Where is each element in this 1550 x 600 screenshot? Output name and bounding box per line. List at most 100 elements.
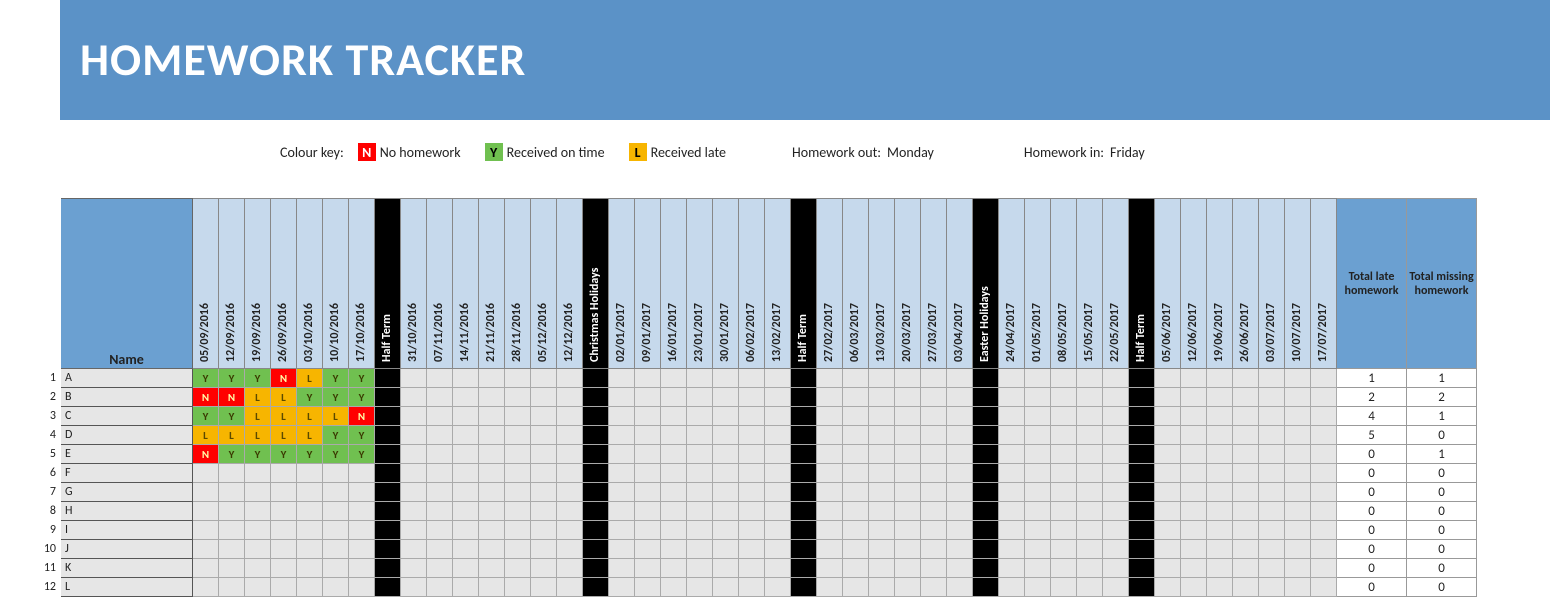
mark-cell[interactable] [1181, 445, 1207, 464]
mark-cell[interactable] [427, 464, 453, 483]
mark-cell[interactable] [817, 464, 843, 483]
mark-cell[interactable] [1051, 578, 1077, 597]
mark-cell[interactable] [557, 578, 583, 597]
student-name-cell[interactable]: B [61, 388, 193, 407]
mark-cell[interactable] [505, 388, 531, 407]
mark-cell[interactable] [609, 407, 635, 426]
mark-cell[interactable] [921, 426, 947, 445]
mark-cell[interactable] [661, 521, 687, 540]
mark-cell[interactable] [427, 540, 453, 559]
mark-cell[interactable] [661, 540, 687, 559]
mark-cell[interactable] [1077, 540, 1103, 559]
mark-cell[interactable] [921, 407, 947, 426]
mark-cell[interactable] [869, 445, 895, 464]
mark-cell[interactable] [271, 502, 297, 521]
mark-cell[interactable] [687, 540, 713, 559]
mark-cell[interactable] [1155, 426, 1181, 445]
mark-cell[interactable] [1155, 540, 1181, 559]
mark-cell[interactable]: L [297, 426, 323, 445]
mark-cell[interactable] [323, 502, 349, 521]
mark-cell[interactable] [1259, 502, 1285, 521]
mark-cell[interactable] [531, 426, 557, 445]
mark-cell[interactable] [1103, 464, 1129, 483]
mark-cell[interactable] [869, 369, 895, 388]
mark-cell[interactable] [999, 578, 1025, 597]
mark-cell[interactable] [1207, 483, 1233, 502]
student-name-cell[interactable]: F [61, 464, 193, 483]
mark-cell[interactable] [1181, 483, 1207, 502]
mark-cell[interactable] [401, 388, 427, 407]
mark-cell[interactable] [531, 445, 557, 464]
mark-cell[interactable]: Y [271, 445, 297, 464]
mark-cell[interactable] [505, 521, 531, 540]
mark-cell[interactable]: Y [323, 445, 349, 464]
mark-cell[interactable] [323, 540, 349, 559]
mark-cell[interactable] [713, 578, 739, 597]
mark-cell[interactable] [947, 464, 973, 483]
mark-cell[interactable] [817, 578, 843, 597]
mark-cell[interactable]: N [349, 407, 375, 426]
mark-cell[interactable] [193, 483, 219, 502]
mark-cell[interactable] [1259, 407, 1285, 426]
mark-cell[interactable] [479, 369, 505, 388]
mark-cell[interactable] [1285, 445, 1311, 464]
mark-cell[interactable] [505, 559, 531, 578]
mark-cell[interactable] [947, 521, 973, 540]
mark-cell[interactable] [609, 464, 635, 483]
mark-cell[interactable] [999, 445, 1025, 464]
mark-cell[interactable] [1077, 369, 1103, 388]
mark-cell[interactable] [895, 502, 921, 521]
mark-cell[interactable] [1233, 464, 1259, 483]
mark-cell[interactable] [1233, 445, 1259, 464]
mark-cell[interactable] [1311, 559, 1337, 578]
mark-cell[interactable] [245, 502, 271, 521]
mark-cell[interactable] [1025, 388, 1051, 407]
mark-cell[interactable]: L [245, 388, 271, 407]
mark-cell[interactable] [609, 445, 635, 464]
mark-cell[interactable] [1233, 407, 1259, 426]
mark-cell[interactable] [505, 502, 531, 521]
mark-cell[interactable] [1155, 388, 1181, 407]
mark-cell[interactable] [401, 559, 427, 578]
mark-cell[interactable] [453, 369, 479, 388]
mark-cell[interactable] [921, 388, 947, 407]
mark-cell[interactable] [427, 559, 453, 578]
mark-cell[interactable] [921, 369, 947, 388]
mark-cell[interactable] [1285, 426, 1311, 445]
mark-cell[interactable] [1233, 540, 1259, 559]
mark-cell[interactable] [323, 559, 349, 578]
mark-cell[interactable] [947, 578, 973, 597]
mark-cell[interactable] [453, 407, 479, 426]
mark-cell[interactable] [843, 521, 869, 540]
mark-cell[interactable] [843, 464, 869, 483]
mark-cell[interactable] [661, 407, 687, 426]
mark-cell[interactable] [505, 578, 531, 597]
mark-cell[interactable] [1051, 502, 1077, 521]
mark-cell[interactable]: N [193, 388, 219, 407]
mark-cell[interactable] [947, 388, 973, 407]
mark-cell[interactable] [739, 578, 765, 597]
mark-cell[interactable] [1259, 426, 1285, 445]
mark-cell[interactable] [739, 369, 765, 388]
mark-cell[interactable] [1207, 521, 1233, 540]
mark-cell[interactable] [323, 578, 349, 597]
mark-cell[interactable] [921, 502, 947, 521]
mark-cell[interactable] [947, 445, 973, 464]
mark-cell[interactable] [635, 483, 661, 502]
mark-cell[interactable] [1051, 559, 1077, 578]
mark-cell[interactable] [817, 407, 843, 426]
mark-cell[interactable] [947, 369, 973, 388]
mark-cell[interactable] [401, 369, 427, 388]
mark-cell[interactable] [869, 540, 895, 559]
mark-cell[interactable] [765, 483, 791, 502]
mark-cell[interactable] [1051, 407, 1077, 426]
mark-cell[interactable] [1207, 540, 1233, 559]
mark-cell[interactable] [1181, 578, 1207, 597]
mark-cell[interactable]: Y [297, 445, 323, 464]
mark-cell[interactable] [427, 388, 453, 407]
mark-cell[interactable] [921, 483, 947, 502]
mark-cell[interactable] [453, 578, 479, 597]
mark-cell[interactable] [531, 464, 557, 483]
mark-cell[interactable] [1155, 369, 1181, 388]
mark-cell[interactable]: L [297, 407, 323, 426]
